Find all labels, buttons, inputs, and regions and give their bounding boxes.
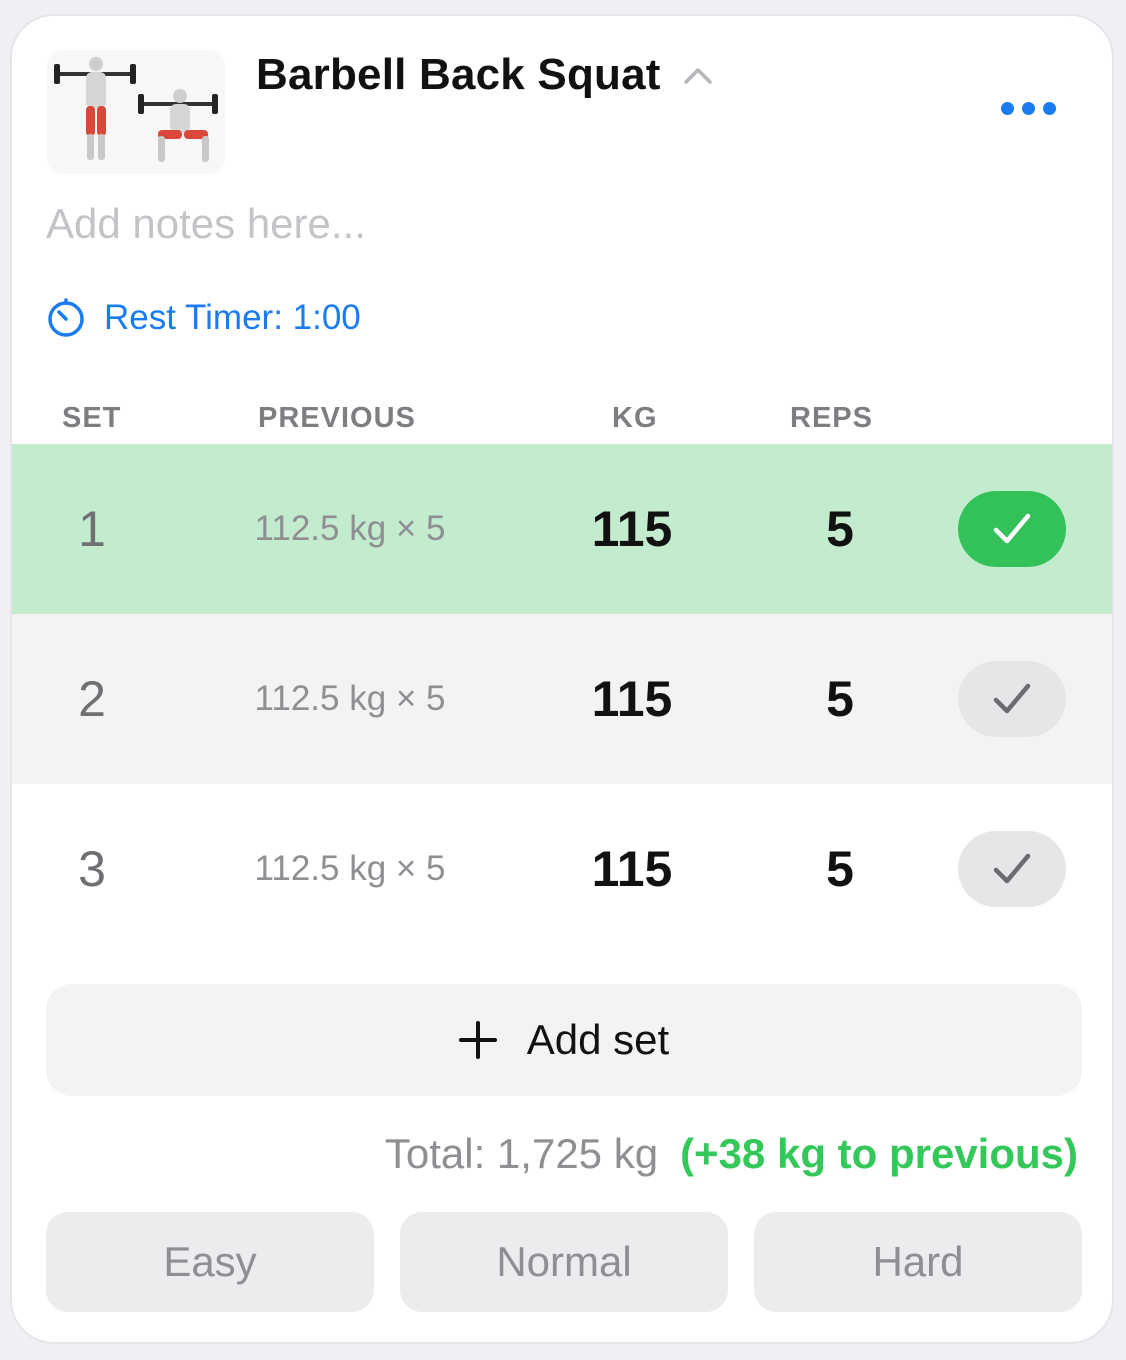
kg-input[interactable]: 115: [562, 614, 702, 784]
plus-icon: [458, 1021, 497, 1059]
volume-summary: Total: 1,725 kg (+38 kg to previous): [385, 1130, 1078, 1178]
difficulty-hard-button[interactable]: Hard: [754, 1212, 1082, 1312]
complete-set-button[interactable]: [958, 661, 1066, 737]
squat-illustration-icon: [54, 57, 218, 162]
notes-input[interactable]: [46, 200, 846, 248]
more-options-button[interactable]: [1001, 102, 1056, 115]
set-number[interactable]: 2: [32, 614, 152, 784]
rest-timer-label: Rest Timer: 1:00: [104, 298, 361, 337]
complete-set-button[interactable]: [958, 491, 1066, 567]
set-number[interactable]: 1: [32, 444, 152, 614]
previous-value[interactable]: 112.5 kg × 5: [210, 614, 490, 784]
header-previous: PREVIOUS: [258, 402, 416, 434]
add-set-label: Add set: [526, 1016, 670, 1063]
chevron-up-icon[interactable]: [681, 58, 715, 92]
exercise-card: Barbell Back Squat Rest Timer: 1:00 SET …: [10, 14, 1114, 1344]
reps-input[interactable]: 5: [770, 614, 910, 784]
checkmark-icon: [993, 683, 1031, 714]
volume-delta: (+38 kg to previous): [680, 1130, 1078, 1177]
reps-input[interactable]: 5: [770, 784, 910, 954]
rest-timer-button[interactable]: Rest Timer: 1:00: [46, 298, 361, 338]
reps-input[interactable]: 5: [770, 444, 910, 614]
checkmark-icon: [993, 513, 1031, 544]
header-set: SET: [62, 402, 122, 434]
checkmark-icon: [993, 853, 1031, 884]
header-kg: KG: [612, 402, 658, 434]
complete-set-button[interactable]: [958, 831, 1066, 907]
set-row-3: 3 112.5 kg × 5 115 5: [12, 784, 1112, 954]
kg-input[interactable]: 115: [562, 444, 702, 614]
total-volume: Total: 1,725 kg: [384, 1130, 659, 1177]
exercise-thumbnail[interactable]: [46, 50, 226, 174]
exercise-header[interactable]: Barbell Back Squat: [256, 50, 715, 100]
kg-input[interactable]: 115: [562, 784, 702, 954]
previous-value[interactable]: 112.5 kg × 5: [210, 444, 490, 614]
set-number[interactable]: 3: [32, 784, 152, 954]
previous-value[interactable]: 112.5 kg × 5: [210, 784, 490, 954]
difficulty-easy-button[interactable]: Easy: [46, 1212, 374, 1312]
header-reps: REPS: [790, 402, 873, 434]
set-row-1: 1 112.5 kg × 5 115 5: [12, 444, 1112, 615]
add-set-button[interactable]: Add set: [46, 984, 1082, 1096]
stopwatch-icon: [48, 298, 84, 337]
set-row-2: 2 112.5 kg × 5 115 5: [12, 614, 1112, 785]
ellipsis-icon: [1001, 102, 1014, 115]
exercise-title[interactable]: Barbell Back Squat: [256, 50, 661, 100]
difficulty-normal-button[interactable]: Normal: [400, 1212, 728, 1312]
